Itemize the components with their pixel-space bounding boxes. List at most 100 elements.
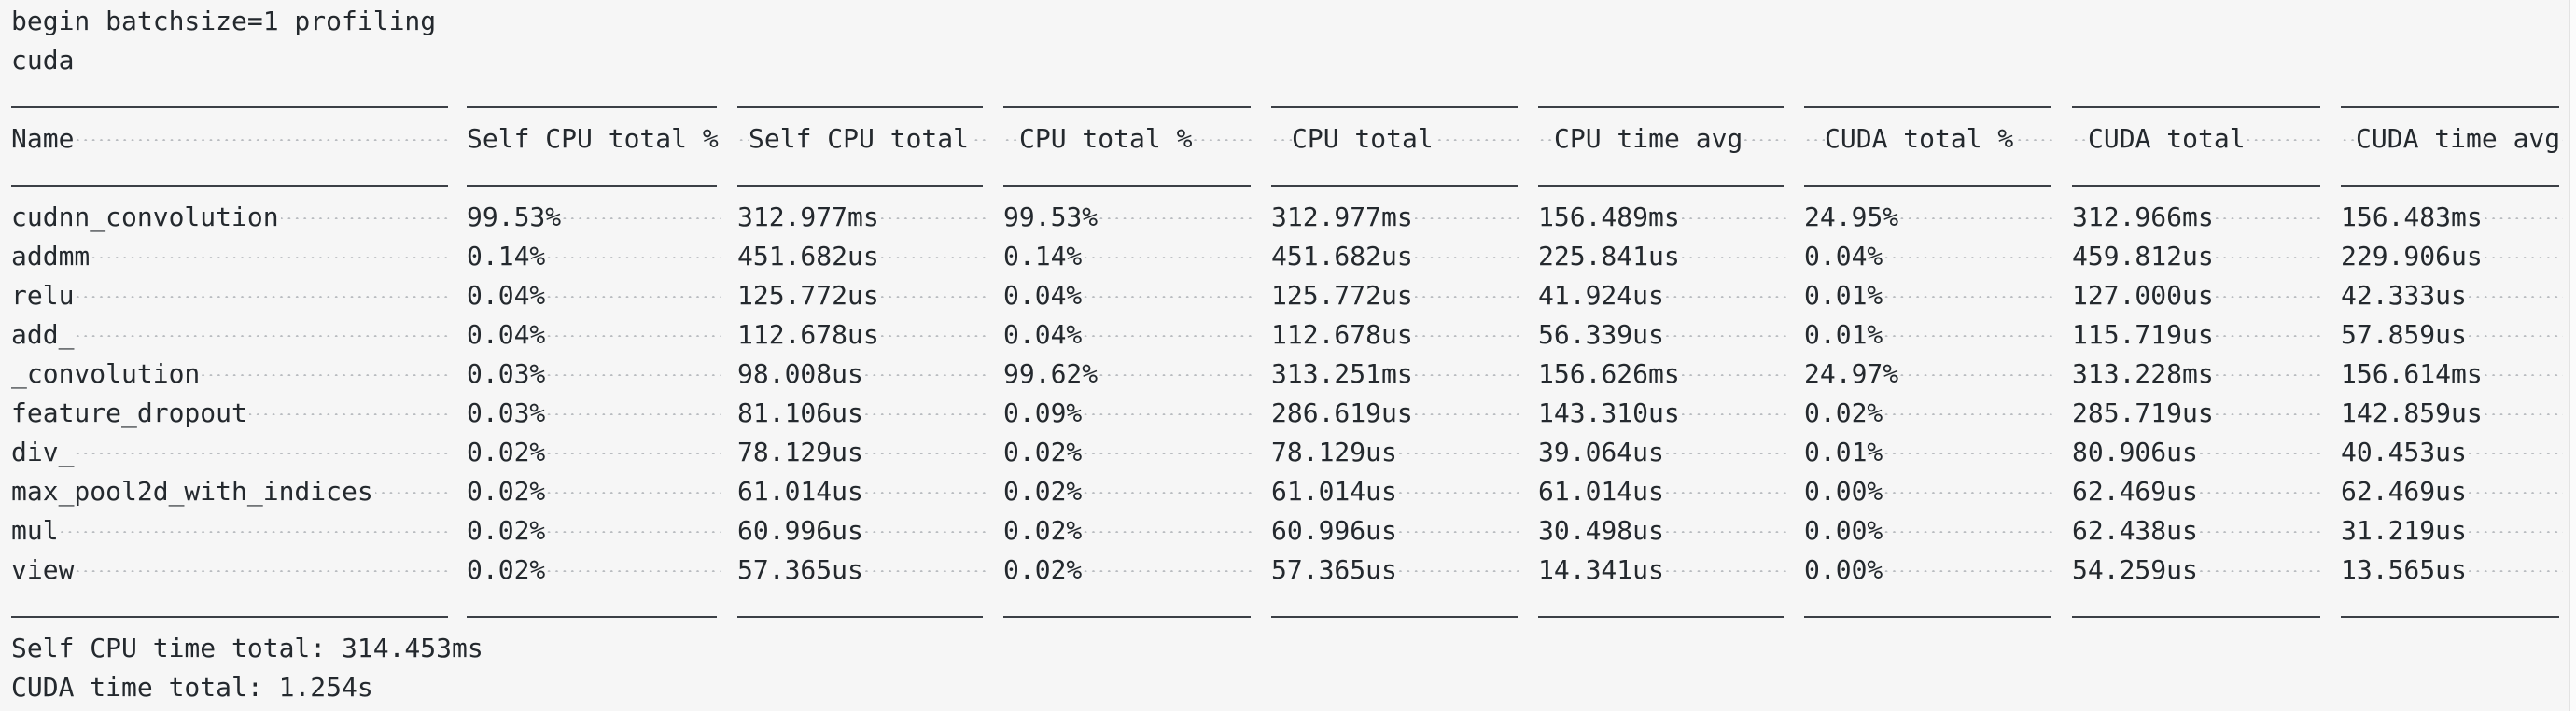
separator-segment bbox=[1804, 590, 2051, 629]
table-cell: 286.619us bbox=[1271, 394, 1521, 433]
table-cell: 42.333us bbox=[2341, 276, 2563, 315]
table-cell: 112.678us bbox=[1271, 315, 1521, 355]
separator-line bbox=[0, 159, 2570, 198]
terminal-output: begin batchsize=1 profiling cuda Name Sel… bbox=[0, 0, 2576, 711]
table-cell: 0.04% bbox=[467, 315, 721, 355]
separator-segment bbox=[1538, 159, 1784, 198]
table-cell: relu bbox=[11, 276, 452, 315]
table-row: view 0.02% 57.365us 0.02% 57.365us 14.341us 0.… bbox=[0, 551, 2570, 590]
header-line: begin batchsize=1 profiling bbox=[11, 6, 437, 36]
table-cell: 62.438us bbox=[2072, 511, 2324, 551]
table-cell: 57.859us bbox=[2341, 315, 2563, 355]
separator-segment bbox=[1271, 159, 1518, 198]
table-cell: 0.02% bbox=[467, 472, 721, 511]
table-cell: 80.906us bbox=[2072, 433, 2324, 472]
column-header: Self CPU total bbox=[737, 119, 987, 159]
table-cell: 54.259us bbox=[2072, 551, 2324, 590]
table-row: mul 0.02% 60.996us 0.02% 60.996us 30.498us 0.0… bbox=[0, 511, 2570, 551]
separator-segment bbox=[1003, 590, 1251, 629]
table-cell: 312.977ms bbox=[1271, 198, 1521, 237]
table-cell: 459.812us bbox=[2072, 237, 2324, 276]
table-cell: 60.996us bbox=[737, 511, 987, 551]
table-cell: 41.924us bbox=[1538, 276, 1787, 315]
table-cell: 125.772us bbox=[1271, 276, 1521, 315]
separator-segment bbox=[737, 159, 983, 198]
table-cell: 127.000us bbox=[2072, 276, 2324, 315]
table-cell: 13.565us bbox=[2341, 551, 2563, 590]
table-cell: 60.996us bbox=[1271, 511, 1521, 551]
header-line: cuda bbox=[11, 45, 75, 76]
table-cell: 56.339us bbox=[1538, 315, 1787, 355]
table-cell: 125.772us bbox=[737, 276, 987, 315]
separator-segment bbox=[1804, 80, 2051, 119]
table-cell: 62.469us bbox=[2341, 472, 2563, 511]
separator-segment bbox=[467, 159, 717, 198]
table-cell: addmm bbox=[11, 237, 452, 276]
footer-line: Self CPU time total: 314.453ms bbox=[11, 633, 483, 663]
table-row: add_ 0.04% 112.678us 0.04% 112.678us 56.339us… bbox=[0, 315, 2570, 355]
table-cell: 115.719us bbox=[2072, 315, 2324, 355]
table-cell: 0.03% bbox=[467, 394, 721, 433]
table-cell: 61.014us bbox=[737, 472, 987, 511]
table-cell: 57.365us bbox=[1271, 551, 1521, 590]
table-cell: 30.498us bbox=[1538, 511, 1787, 551]
separator-segment bbox=[1271, 590, 1518, 629]
table-cell: 24.95% bbox=[1804, 198, 2055, 237]
table-cell: 312.977ms bbox=[737, 198, 987, 237]
separator-segment bbox=[1538, 80, 1784, 119]
table-cell: 0.02% bbox=[1003, 511, 1254, 551]
separator-segment bbox=[1003, 159, 1251, 198]
table-cell: max_pool2d_with_indices bbox=[11, 472, 452, 511]
separator-segment bbox=[11, 80, 448, 119]
separator-segment bbox=[2341, 590, 2559, 629]
column-header: CUDA total % bbox=[1804, 119, 2055, 159]
separator-segment bbox=[1538, 590, 1784, 629]
table-cell: 62.469us bbox=[2072, 472, 2324, 511]
column-header: CUDA total bbox=[2072, 119, 2324, 159]
table-cell: 0.00% bbox=[1804, 551, 2055, 590]
table-cell: 40.453us bbox=[2341, 433, 2563, 472]
table-cell: view bbox=[11, 551, 452, 590]
table-cell: 31.219us bbox=[2341, 511, 2563, 551]
table-cell: 0.09% bbox=[1003, 394, 1254, 433]
table-row: addmm 0.14% 451.682us 0.14% 451.682us 225.841… bbox=[0, 237, 2570, 276]
separator-segment bbox=[1271, 80, 1518, 119]
column-header: Self CPU total % bbox=[467, 119, 721, 159]
table-cell: 0.02% bbox=[467, 551, 721, 590]
table-row: feature_dropout 0.03% 81.106us 0.09% 286.619… bbox=[0, 394, 2570, 433]
table-cell: 78.129us bbox=[737, 433, 987, 472]
table-cell: 61.014us bbox=[1271, 472, 1521, 511]
table-cell: 0.03% bbox=[467, 355, 721, 394]
table-cell: 0.01% bbox=[1804, 315, 2055, 355]
table-cell: 78.129us bbox=[1271, 433, 1521, 472]
column-header: CUDA time avg bbox=[2341, 119, 2563, 159]
table-cell: 451.682us bbox=[737, 237, 987, 276]
table-cell: 156.483ms bbox=[2341, 198, 2563, 237]
separator-segment bbox=[2341, 80, 2559, 119]
table-cell: 0.02% bbox=[1804, 394, 2055, 433]
table-cell: 61.014us bbox=[1538, 472, 1787, 511]
table-cell: 99.53% bbox=[1003, 198, 1254, 237]
table-cell: 0.02% bbox=[1003, 472, 1254, 511]
separator-line bbox=[0, 590, 2570, 629]
table-cell: cudnn_convolution bbox=[11, 198, 452, 237]
table-cell: 24.97% bbox=[1804, 355, 2055, 394]
table-cell: 81.106us bbox=[737, 394, 987, 433]
table-cell: 0.01% bbox=[1804, 433, 2055, 472]
table-cell: 99.53% bbox=[467, 198, 721, 237]
table-cell: 225.841us bbox=[1538, 237, 1787, 276]
scrollbar-edge[interactable] bbox=[2569, 0, 2576, 711]
separator-segment bbox=[2072, 590, 2320, 629]
separator-segment bbox=[467, 80, 717, 119]
table-cell: 0.00% bbox=[1804, 511, 2055, 551]
separator-segment bbox=[11, 590, 448, 629]
header-row: Name Self CPU total % Self CPU total CPU to… bbox=[0, 119, 2570, 159]
table-cell: 14.341us bbox=[1538, 551, 1787, 590]
separator-segment bbox=[737, 590, 983, 629]
table-row: _convolution 0.03% 98.008us 99.62% 313.251ms… bbox=[0, 355, 2570, 394]
separator-segment bbox=[2072, 80, 2320, 119]
table-cell: 98.008us bbox=[737, 355, 987, 394]
separator-segment bbox=[11, 159, 448, 198]
table-row: div_ 0.02% 78.129us 0.02% 78.129us 39.064us 0.… bbox=[0, 433, 2570, 472]
column-header: CPU total % bbox=[1003, 119, 1254, 159]
